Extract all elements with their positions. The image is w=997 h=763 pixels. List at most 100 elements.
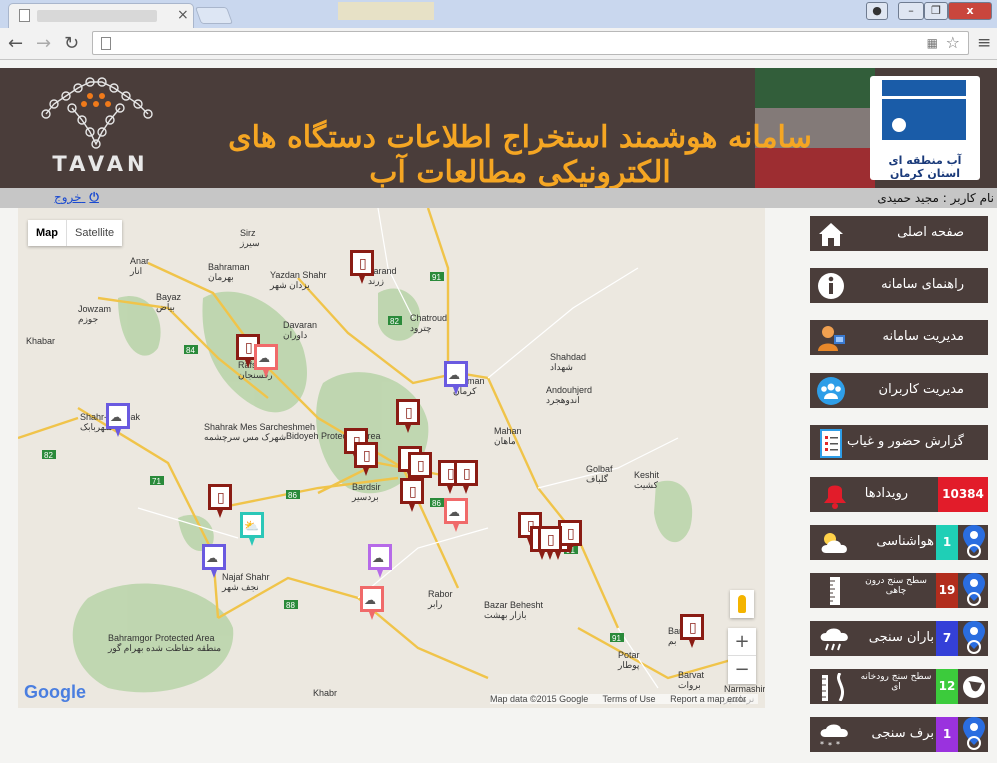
station-marker[interactable]: ☁ — [444, 498, 468, 532]
svg-text:▯: ▯ — [689, 620, 697, 636]
new-tab-button[interactable] — [194, 7, 234, 24]
location-pin-icon[interactable] — [960, 525, 988, 560]
close-window-button[interactable]: x — [948, 2, 992, 20]
browser-menu-icon[interactable]: ≡ — [977, 33, 991, 53]
weather-count-badge: 1 — [936, 525, 958, 560]
logout-link[interactable]: خروج ⏻ — [54, 190, 99, 205]
menu-item-system-admin[interactable]: مدیریت سامانه — [810, 320, 988, 355]
place-label: Yazdan Shahr — [270, 270, 326, 280]
svg-text:*: * — [836, 740, 840, 749]
weather-icon — [821, 533, 847, 553]
place-label-fa: زرند — [368, 276, 384, 287]
place-label-fa: بازار بهشت — [484, 610, 526, 621]
well-gauge-count-badge: 19 — [936, 573, 958, 608]
road-number: 82 — [44, 451, 53, 460]
maximize-button[interactable]: ❐ — [924, 2, 948, 20]
events-label: رویدادها — [864, 486, 908, 501]
report-icon — [820, 429, 842, 458]
place-label: Bahramgor Protected Area — [108, 633, 215, 643]
location-pin-icon[interactable] — [960, 621, 988, 656]
map-type-satellite-button[interactable]: Satellite — [67, 220, 122, 246]
report-map-error-link[interactable]: Report a map error — [670, 694, 746, 704]
rain-gauge-label: باران سنجی — [868, 630, 934, 645]
back-icon[interactable]: ← — [8, 33, 23, 54]
menu-item-attendance-report[interactable]: گزارش حضور و غیاب — [810, 425, 988, 460]
stations-map[interactable]: Sirz سیرز Anar انار Bahraman بهرمان Yazdan Sha… — [18, 208, 765, 708]
location-pin-icon[interactable] — [960, 717, 988, 752]
menu-item-home[interactable]: صفحه اصلی — [810, 216, 988, 251]
menu-item-user-management[interactable]: مدیریت کاربران — [810, 373, 988, 408]
station-marker[interactable]: ▯ — [680, 614, 704, 648]
terms-of-use-link[interactable]: Terms of Use — [603, 694, 656, 704]
menu-item-events[interactable]: رویدادها 10384 — [810, 477, 988, 512]
place-label: Bayaz — [156, 292, 182, 302]
reload-icon[interactable]: ↻ — [64, 33, 79, 54]
svg-text:▯: ▯ — [547, 532, 555, 548]
current-username: نام کاربر : مجید حمیدی — [877, 191, 994, 205]
station-marker[interactable]: ⛅ — [240, 512, 264, 546]
menu-item-rain-gauge[interactable]: باران سنجی 7 — [810, 621, 988, 656]
street-view-pegman-icon[interactable] — [730, 590, 754, 618]
bookmark-star-icon[interactable]: ☆ — [946, 33, 960, 52]
menu-item-label: مدیریت سامانه — [882, 329, 964, 344]
power-icon: ⏻ — [89, 190, 99, 204]
map-type-map-button[interactable]: Map — [28, 220, 67, 246]
location-pin-icon[interactable] — [960, 573, 988, 608]
protected-areas — [72, 288, 693, 693]
place-label: Golbaf — [586, 464, 613, 474]
window-title-blurred — [338, 2, 434, 20]
globe-icon[interactable] — [960, 669, 988, 704]
zoom-out-button[interactable]: − — [728, 656, 756, 684]
road-number: 84 — [186, 346, 195, 355]
menu-item-well-gauge[interactable]: سطح سنج درون چاهی 19 — [810, 573, 988, 608]
map-canvas[interactable]: Sirzسیرز Anarانار Bahramanبهرمان Yazdan Sha… — [18, 208, 765, 708]
place-label: Chatroud — [410, 313, 447, 323]
browser-tab[interactable]: × — [8, 3, 194, 28]
svg-text:☁: ☁ — [448, 368, 460, 382]
menu-item-weather[interactable]: هواشناسی 1 — [810, 525, 988, 560]
menu-item-river-gauge[interactable]: سطح سنج رودخانه ای 12 — [810, 669, 988, 704]
road-number: 82 — [390, 317, 399, 326]
svg-text:▯: ▯ — [359, 256, 367, 272]
water-company-logo: آب منطقه ای استان کرمان — [870, 76, 980, 180]
home-icon — [819, 223, 843, 246]
snow-cloud-icon: * * * — [820, 724, 848, 749]
menu-item-label: مدیریت کاربران — [878, 382, 964, 397]
place-label-fa: پوطار — [617, 660, 640, 671]
station-marker[interactable]: ▯ — [208, 484, 232, 518]
place-label: Mahan — [494, 426, 522, 436]
translate-icon[interactable]: ▦ — [927, 36, 938, 50]
menu-item-label: گزارش حضور و غیاب — [846, 434, 964, 449]
zoom-control: + − — [728, 628, 756, 684]
place-label: Keshit — [634, 470, 660, 480]
place-label: Anar — [130, 256, 149, 266]
weather-label: هواشناسی — [876, 534, 934, 549]
station-marker[interactable]: ▯ — [454, 460, 478, 494]
place-label-fa: نجف شهر — [221, 582, 259, 593]
menu-item-help[interactable]: راهنمای سامانه — [810, 268, 988, 303]
zoom-in-button[interactable]: + — [728, 628, 756, 656]
forward-icon[interactable]: → — [36, 33, 51, 54]
svg-text:☁: ☁ — [258, 351, 270, 365]
place-label-fa: انار — [129, 266, 142, 277]
alarm-bell-icon — [824, 485, 846, 509]
google-logo: Google — [24, 682, 86, 702]
user-profile-icon[interactable]: ● — [866, 2, 888, 20]
page-icon — [101, 37, 111, 50]
svg-text:▯: ▯ — [409, 484, 417, 500]
place-label-fa: بم — [668, 636, 677, 647]
road-number: 71 — [152, 477, 161, 486]
page-title: سامانه هوشمند استخراج اطلاعات دستگاه های… — [228, 120, 812, 188]
snow-gauge-label: برف سنجی — [871, 726, 934, 741]
road-number: 91 — [432, 273, 441, 282]
svg-text:▯: ▯ — [463, 466, 471, 482]
place-label: Jowzam — [78, 304, 111, 314]
menu-item-snow-gauge[interactable]: برف سنجی 1 * * * — [810, 717, 988, 752]
tab-close-icon[interactable]: × — [177, 7, 189, 23]
minimize-button[interactable]: – — [898, 2, 924, 20]
road-number: 86 — [288, 491, 297, 500]
events-count-badge: 10384 — [938, 477, 988, 512]
rain-cloud-icon — [820, 628, 848, 651]
address-bar[interactable]: ▦ ☆ — [92, 31, 969, 55]
station-marker[interactable]: ☁ — [360, 586, 384, 620]
